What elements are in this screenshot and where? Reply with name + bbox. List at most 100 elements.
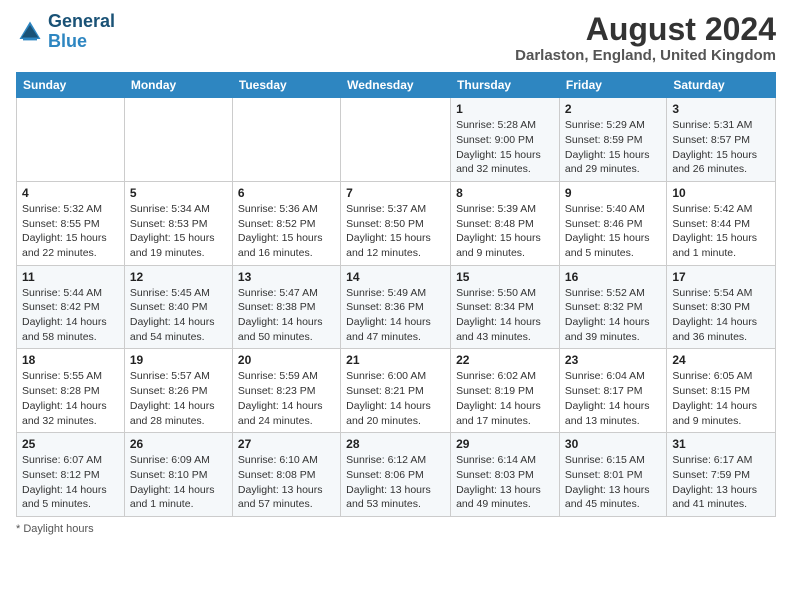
calendar-cell [232,98,340,182]
calendar-cell: 19 Sunrise: 5:57 AMSunset: 8:26 PMDayligh… [124,349,232,433]
day-info: Sunrise: 6:12 AMSunset: 8:06 PMDaylight:… [346,453,445,512]
logo-text: General Blue [48,12,115,52]
day-info: Sunrise: 6:05 AMSunset: 8:15 PMDaylight:… [672,369,770,428]
day-number: 31 [672,437,770,451]
calendar-cell: 1 Sunrise: 5:28 AMSunset: 9:00 PMDaylight… [451,98,560,182]
day-info: Sunrise: 6:10 AMSunset: 8:08 PMDaylight:… [238,453,335,512]
day-info: Sunrise: 5:36 AMSunset: 8:52 PMDaylight:… [238,202,335,261]
day-number: 12 [130,270,227,284]
day-info: Sunrise: 5:34 AMSunset: 8:53 PMDaylight:… [130,202,227,261]
day-info: Sunrise: 6:00 AMSunset: 8:21 PMDaylight:… [346,369,445,428]
day-number: 3 [672,102,770,116]
day-number: 19 [130,353,227,367]
calendar-cell: 21 Sunrise: 6:00 AMSunset: 8:21 PMDayligh… [341,349,451,433]
day-number: 8 [456,186,554,200]
calendar-cell: 31 Sunrise: 6:17 AMSunset: 7:59 PMDayligh… [667,433,776,517]
logo-icon [16,18,44,46]
calendar-cell: 24 Sunrise: 6:05 AMSunset: 8:15 PMDayligh… [667,349,776,433]
day-info: Sunrise: 5:39 AMSunset: 8:48 PMDaylight:… [456,202,554,261]
calendar-cell: 4Sunrise: 5:32 AMSunset: 8:55 PMDaylight… [17,181,125,265]
calendar-cell: 27 Sunrise: 6:10 AMSunset: 8:08 PMDayligh… [232,433,340,517]
day-number: 11 [22,270,119,284]
weekday-header: Monday [124,73,232,98]
day-number: 23 [565,353,661,367]
calendar-cell: 23 Sunrise: 6:04 AMSunset: 8:17 PMDayligh… [559,349,666,433]
weekday-header: Wednesday [341,73,451,98]
day-info: Sunrise: 5:49 AMSunset: 8:36 PMDaylight:… [346,286,445,345]
day-info: Sunrise: 5:59 AMSunset: 8:23 PMDaylight:… [238,369,335,428]
day-info: Sunrise: 5:45 AMSunset: 8:40 PMDaylight:… [130,286,227,345]
day-number: 20 [238,353,335,367]
page: General Blue August 2024 Darlaston, Engl… [0,0,792,543]
day-number: 2 [565,102,661,116]
day-info: Sunrise: 5:44 AMSunset: 8:42 PMDaylight:… [22,286,119,345]
day-number: 14 [346,270,445,284]
weekday-header: Tuesday [232,73,340,98]
day-number: 1 [456,102,554,116]
day-number: 10 [672,186,770,200]
day-number: 7 [346,186,445,200]
day-info: Sunrise: 5:31 AMSunset: 8:57 PMDaylight:… [672,118,770,177]
day-number: 26 [130,437,227,451]
calendar-cell [17,98,125,182]
calendar-cell: 16Sunrise: 5:52 AMSunset: 8:32 PMDayligh… [559,265,666,349]
day-info: Sunrise: 6:04 AMSunset: 8:17 PMDaylight:… [565,369,661,428]
calendar-cell: 13 Sunrise: 5:47 AMSunset: 8:38 PMDayligh… [232,265,340,349]
calendar-cell: 20 Sunrise: 5:59 AMSunset: 8:23 PMDayligh… [232,349,340,433]
day-info: Sunrise: 5:57 AMSunset: 8:26 PMDaylight:… [130,369,227,428]
day-info: Sunrise: 5:55 AMSunset: 8:28 PMDaylight:… [22,369,119,428]
calendar-cell [341,98,451,182]
calendar-cell: 15Sunrise: 5:50 AMSunset: 8:34 PMDayligh… [451,265,560,349]
calendar-cell: 22 Sunrise: 6:02 AMSunset: 8:19 PMDayligh… [451,349,560,433]
month-title: August 2024 [515,12,776,47]
calendar-cell: 14 Sunrise: 5:49 AMSunset: 8:36 PMDayligh… [341,265,451,349]
day-info: Sunrise: 5:40 AMSunset: 8:46 PMDaylight:… [565,202,661,261]
title-block: August 2024 Darlaston, England, United K… [515,12,776,64]
day-number: 21 [346,353,445,367]
day-info: Sunrise: 6:07 AMSunset: 8:12 PMDaylight:… [22,453,119,512]
location: Darlaston, England, United Kingdom [515,47,776,64]
calendar-cell: 12 Sunrise: 5:45 AMSunset: 8:40 PMDayligh… [124,265,232,349]
day-info: Sunrise: 5:28 AMSunset: 9:00 PMDaylight:… [456,118,554,177]
day-info: Sunrise: 5:37 AMSunset: 8:50 PMDaylight:… [346,202,445,261]
calendar-cell: 30 Sunrise: 6:15 AMSunset: 8:01 PMDayligh… [559,433,666,517]
day-number: 5 [130,186,227,200]
day-number: 28 [346,437,445,451]
day-info: Sunrise: 6:15 AMSunset: 8:01 PMDaylight:… [565,453,661,512]
day-number: 22 [456,353,554,367]
day-number: 25 [22,437,119,451]
day-number: 13 [238,270,335,284]
calendar-cell: 26 Sunrise: 6:09 AMSunset: 8:10 PMDayligh… [124,433,232,517]
day-number: 24 [672,353,770,367]
footer-note: * Daylight hours [16,523,776,535]
calendar-table: SundayMondayTuesdayWednesdayThursdayFrid… [16,72,776,517]
day-info: Sunrise: 6:02 AMSunset: 8:19 PMDaylight:… [456,369,554,428]
day-info: Sunrise: 5:29 AMSunset: 8:59 PMDaylight:… [565,118,661,177]
calendar-cell: 28 Sunrise: 6:12 AMSunset: 8:06 PMDayligh… [341,433,451,517]
weekday-header: Saturday [667,73,776,98]
day-info: Sunrise: 6:17 AMSunset: 7:59 PMDaylight:… [672,453,770,512]
day-number: 18 [22,353,119,367]
calendar-cell: 18 Sunrise: 5:55 AMSunset: 8:28 PMDayligh… [17,349,125,433]
day-info: Sunrise: 5:32 AMSunset: 8:55 PMDaylight:… [22,202,119,261]
day-info: Sunrise: 5:47 AMSunset: 8:38 PMDaylight:… [238,286,335,345]
day-number: 9 [565,186,661,200]
calendar-cell: 6 Sunrise: 5:36 AMSunset: 8:52 PMDaylight… [232,181,340,265]
day-number: 27 [238,437,335,451]
weekday-header: Thursday [451,73,560,98]
calendar-cell: 11 Sunrise: 5:44 AMSunset: 8:42 PMDayligh… [17,265,125,349]
day-info: Sunrise: 6:14 AMSunset: 8:03 PMDaylight:… [456,453,554,512]
weekday-header: Sunday [17,73,125,98]
day-number: 30 [565,437,661,451]
day-number: 29 [456,437,554,451]
calendar-cell: 10 Sunrise: 5:42 AMSunset: 8:44 PMDayligh… [667,181,776,265]
day-number: 6 [238,186,335,200]
calendar-cell: 3 Sunrise: 5:31 AMSunset: 8:57 PMDaylight… [667,98,776,182]
calendar-cell: 5 Sunrise: 5:34 AMSunset: 8:53 PMDaylight… [124,181,232,265]
day-number: 15 [456,270,554,284]
day-number: 17 [672,270,770,284]
calendar-cell: 2 Sunrise: 5:29 AMSunset: 8:59 PMDaylight… [559,98,666,182]
day-info: Sunrise: 6:09 AMSunset: 8:10 PMDaylight:… [130,453,227,512]
calendar-cell: 25 Sunrise: 6:07 AMSunset: 8:12 PMDayligh… [17,433,125,517]
day-info: Sunrise: 5:42 AMSunset: 8:44 PMDaylight:… [672,202,770,261]
